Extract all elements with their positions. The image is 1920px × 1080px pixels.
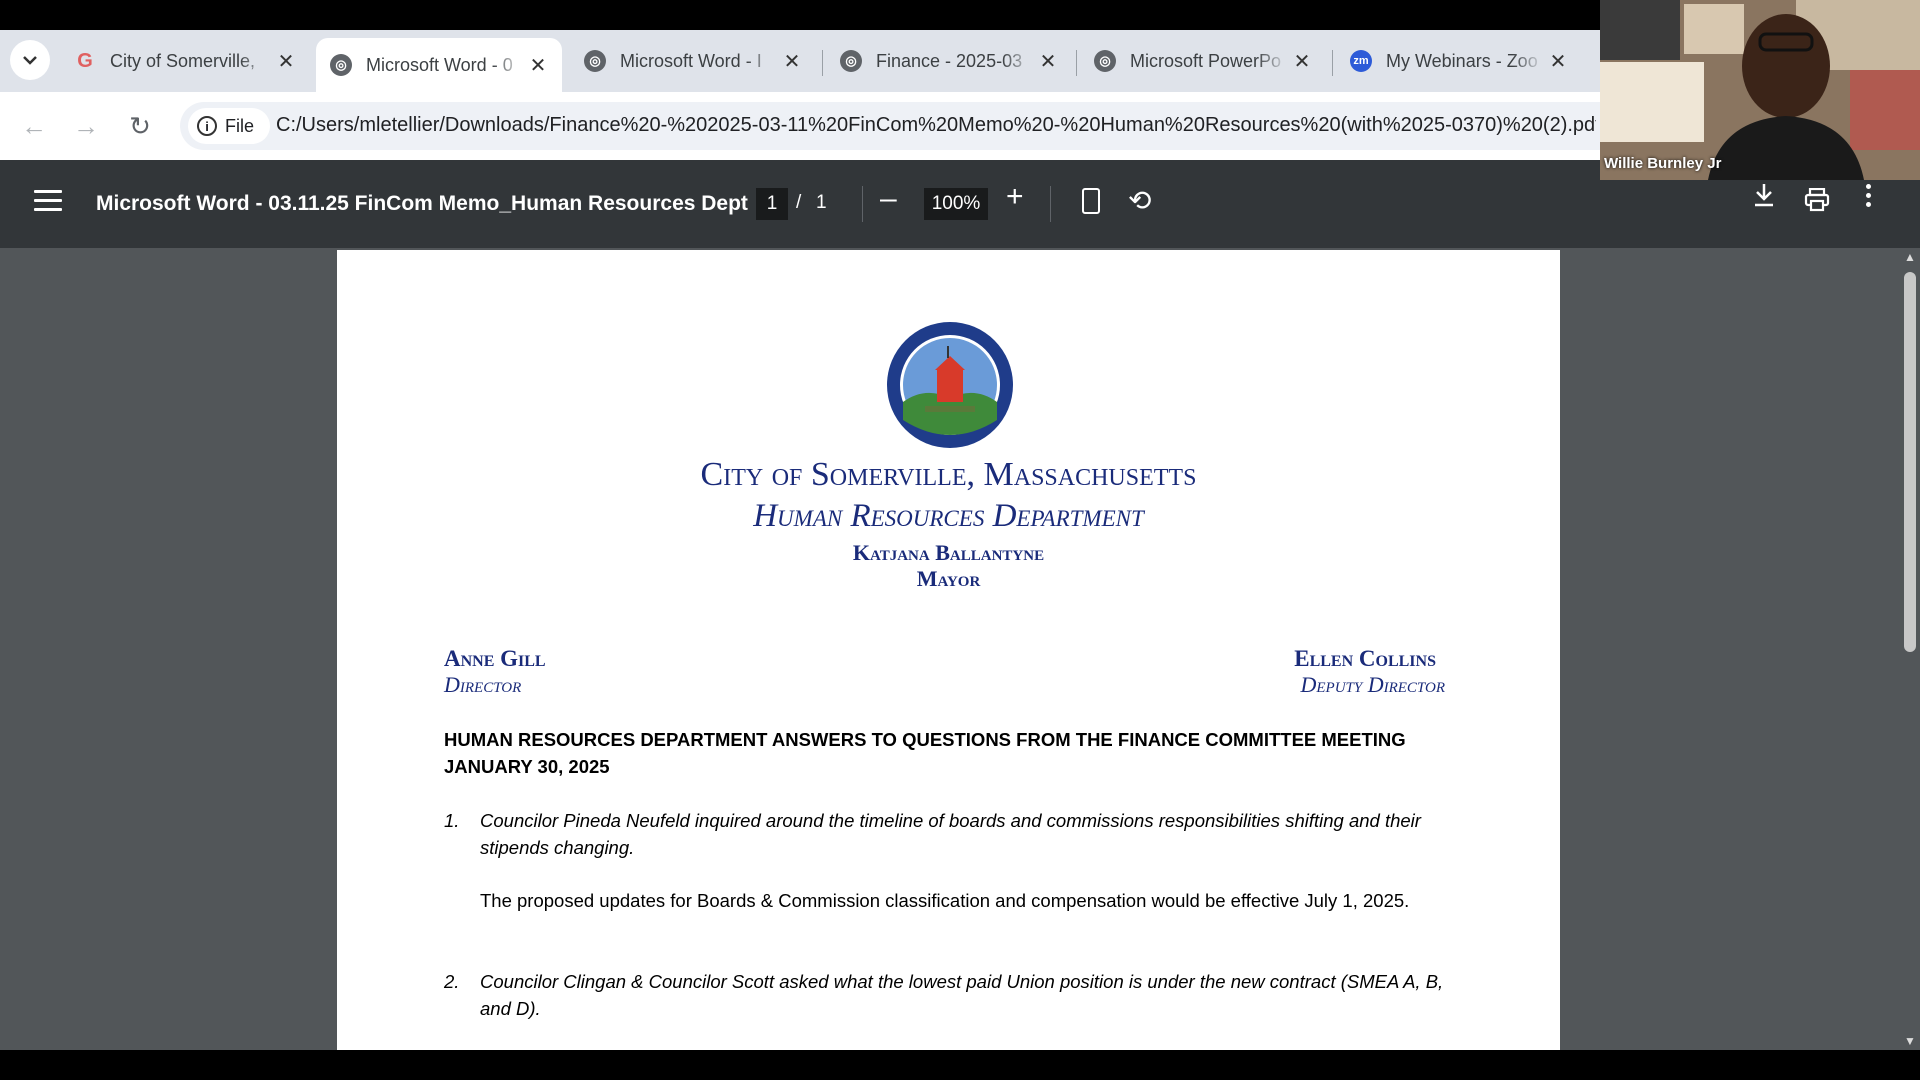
- tab-label: Microsoft Word - I: [620, 50, 762, 71]
- tab-search-button[interactable]: [10, 40, 50, 80]
- video-thumbnail[interactable]: Willie Burnley Jr: [1600, 0, 1920, 180]
- fit-page-icon[interactable]: [1082, 188, 1100, 214]
- browser-toolbar: ← → ↻ i File C:/Users/mletellier/Downloa…: [0, 92, 1600, 160]
- scrollbar-thumb[interactable]: [1904, 272, 1916, 652]
- tab-separator: [1076, 50, 1077, 76]
- zoom-level-input[interactable]: 100%: [924, 188, 988, 220]
- pdf-document-title: Microsoft Word - 03.11.25 FinCom Memo_Hu…: [96, 192, 748, 215]
- close-icon[interactable]: ✕: [1544, 49, 1572, 74]
- pdf-page: City of Somerville, Massachusetts Human …: [337, 250, 1560, 1050]
- menu-icon[interactable]: [34, 190, 62, 217]
- tab-label: City of Somerville,: [110, 50, 256, 71]
- tab-microsoft-word[interactable]: ◎ Microsoft Word - I ✕: [570, 38, 816, 84]
- arrow-left-icon: ←: [21, 110, 47, 141]
- zoom-in-button[interactable]: +: [1006, 180, 1024, 214]
- more-options-icon[interactable]: [1866, 184, 1874, 211]
- screen-bottom-border: [0, 1050, 1920, 1080]
- info-icon: i: [197, 116, 217, 136]
- participant-video-image: [1600, 0, 1920, 180]
- tab-label: Finance - 2025-03: [876, 50, 1023, 71]
- address-bar[interactable]: i File C:/Users/mletellier/Downloads/Fin…: [180, 102, 1600, 150]
- close-icon[interactable]: ✕: [1288, 49, 1316, 74]
- question-text: Councilor Clingan & Councilor Scott aske…: [480, 971, 1444, 1019]
- rotate-icon[interactable]: ⟲: [1128, 184, 1151, 217]
- toolbar-divider: [862, 186, 863, 222]
- arrow-right-icon: →: [73, 110, 99, 141]
- city-seal-icon: [887, 322, 1013, 448]
- item-number: 1.: [444, 810, 460, 831]
- tab-microsoft-word-active[interactable]: ◎ Microsoft Word - 0 ✕: [316, 38, 562, 92]
- tab-microsoft-powerpoint[interactable]: ◎ Microsoft PowerPo ✕: [1080, 38, 1326, 84]
- question-item: 1. Councilor Pineda Neufeld inquired aro…: [444, 807, 1464, 861]
- close-icon[interactable]: ✕: [778, 49, 806, 74]
- department-heading: Human Resources Department: [753, 498, 1144, 534]
- google-icon: G: [77, 49, 93, 72]
- item-number: 2.: [444, 971, 460, 992]
- tab-label: Microsoft Word - 0: [366, 54, 513, 75]
- memo-heading: HUMAN RESOURCES DEPARTMENT ANSWERS TO QU…: [444, 726, 1454, 780]
- page-separator: /: [796, 192, 802, 213]
- director-name: Anne Gill: [444, 646, 546, 671]
- reload-icon: ↻: [129, 110, 151, 141]
- print-icon[interactable]: [1804, 187, 1830, 212]
- zoom-out-button[interactable]: –: [880, 182, 897, 216]
- close-icon[interactable]: ✕: [272, 49, 300, 74]
- tab-label: My Webinars - Zoo: [1386, 50, 1538, 71]
- memo-heading-line1: HUMAN RESOURCES DEPARTMENT ANSWERS TO QU…: [444, 729, 1406, 750]
- tab-label: Microsoft PowerPo: [1130, 50, 1282, 71]
- deputy-director-name: Ellen Collins: [1294, 646, 1436, 671]
- toolbar-divider: [1050, 186, 1051, 222]
- zoom-icon: zm: [1350, 50, 1372, 72]
- browser-tab-strip: G City of Somerville, ✕ ◎ Microsoft Word…: [0, 30, 1600, 92]
- forward-button[interactable]: →: [66, 106, 106, 146]
- globe-icon: ◎: [584, 50, 606, 72]
- director-title: Director: [444, 672, 522, 697]
- participant-name: Willie Burnley Jr: [1604, 155, 1722, 172]
- scroll-up-icon[interactable]: ▲: [1904, 250, 1916, 264]
- tab-finance[interactable]: ◎ Finance - 2025-03 ✕: [826, 38, 1072, 84]
- tab-my-webinars-zoom[interactable]: zm My Webinars - Zoo ✕: [1336, 38, 1582, 84]
- vertical-scrollbar[interactable]: ▲ ▼: [1900, 248, 1920, 1050]
- globe-icon: ◎: [330, 54, 352, 76]
- tab-separator: [1332, 50, 1333, 76]
- mayor-title: Mayor: [916, 566, 981, 591]
- question-text: Councilor Pineda Neufeld inquired around…: [480, 810, 1421, 858]
- city-name-heading: City of Somerville, Massachusetts: [700, 456, 1197, 493]
- site-info-chip[interactable]: i File: [188, 108, 270, 144]
- tab-separator: [822, 50, 823, 76]
- memo-heading-line2: JANUARY 30, 2025: [444, 756, 610, 777]
- pdf-viewer-area[interactable]: City of Somerville, Massachusetts Human …: [0, 248, 1920, 1050]
- scroll-down-icon[interactable]: ▼: [1904, 1034, 1916, 1048]
- chevron-down-icon: [23, 56, 37, 65]
- deputy-director-title: Deputy Director: [1300, 672, 1445, 697]
- close-icon[interactable]: ✕: [524, 53, 552, 78]
- page-total: 1: [816, 192, 827, 213]
- close-icon[interactable]: ✕: [1034, 49, 1062, 74]
- tab-city-of-somerville[interactable]: G City of Somerville, ✕: [60, 38, 310, 84]
- page-number-input[interactable]: 1: [756, 188, 788, 220]
- mayor-name: Katjana Ballantyne: [852, 540, 1045, 565]
- download-icon[interactable]: [1752, 182, 1776, 215]
- back-button[interactable]: ←: [14, 106, 54, 146]
- reload-button[interactable]: ↻: [120, 106, 160, 146]
- url-text[interactable]: C:/Users/mletellier/Downloads/Finance%20…: [276, 114, 1596, 137]
- answer-text: The proposed updates for Boards & Commis…: [480, 890, 1410, 911]
- scheme-label: File: [225, 115, 255, 136]
- globe-icon: ◎: [1094, 50, 1116, 72]
- question-item: 2. Councilor Clingan & Councilor Scott a…: [444, 968, 1464, 1022]
- globe-icon: ◎: [840, 50, 862, 72]
